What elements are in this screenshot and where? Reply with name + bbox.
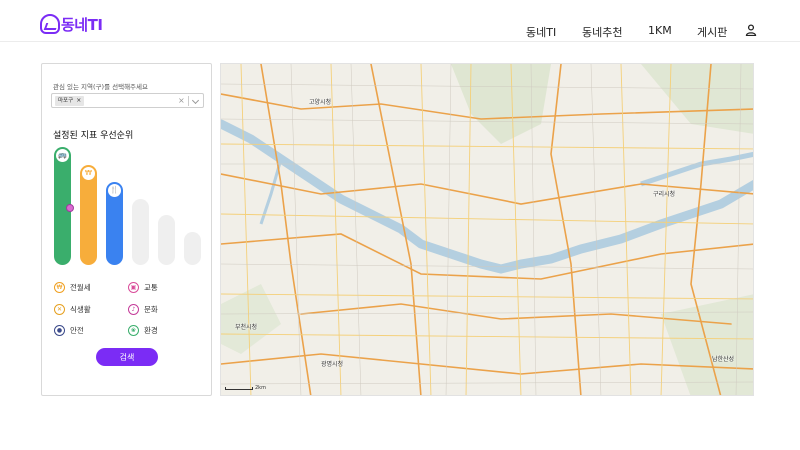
search-button[interactable]: 검색 <box>96 348 158 366</box>
legend-item: ▣ 교통 <box>128 282 158 293</box>
shield-icon: ● <box>54 325 65 336</box>
logo-mark-icon <box>40 14 60 34</box>
priority-bar-1[interactable]: ₩ <box>80 165 97 265</box>
legend-item: ₩ 전월세 <box>54 282 91 293</box>
legend-label: 문화 <box>144 305 158 314</box>
legend-label: 식생활 <box>70 305 91 314</box>
legend-item: ♪ 문화 <box>128 304 158 315</box>
clear-icon[interactable]: × <box>178 96 185 106</box>
filter-panel: 관심 있는 지역(구)를 선택해주세요 마포구 × × 설정된 지표 우선순위 … <box>41 63 212 396</box>
legend-label: 전월세 <box>70 283 91 292</box>
legend-item: ● 안전 <box>54 325 84 336</box>
legend-label: 교통 <box>144 283 158 292</box>
leaf-icon: ❀ <box>128 325 139 336</box>
fork-knife-icon: ✕ <box>54 304 65 315</box>
logo-text: 동네TI <box>61 15 103 34</box>
map-label: 구리시청 <box>653 191 676 198</box>
bus-icon: 🚌 <box>56 149 69 162</box>
map-scale: 2km <box>225 385 266 391</box>
nav-item-recommend[interactable]: 동네추천 <box>582 24 622 40</box>
select-divider <box>188 96 189 106</box>
selected-region-text: 마포구 <box>58 98 74 104</box>
nav-item-board[interactable]: 게시판 <box>697 24 727 40</box>
coin-icon: ₩ <box>54 282 65 293</box>
map-scale-text: 2km <box>255 385 266 391</box>
coin-icon: ₩ <box>82 167 95 180</box>
nav-item-dongneti[interactable]: 동네TI <box>526 24 556 40</box>
logo[interactable]: 동네TI <box>40 12 103 36</box>
nav-item-1km[interactable]: 1KM <box>648 24 672 37</box>
map-canvas <box>221 64 753 395</box>
map-label: 광명시청 <box>321 361 344 368</box>
priority-bar-empty[interactable] <box>184 232 201 265</box>
priority-bar-2[interactable]: 🍴 <box>106 182 123 265</box>
selected-region-chip: 마포구 × <box>55 96 85 106</box>
fork-knife-icon: 🍴 <box>108 184 121 197</box>
map-label: 부천시청 <box>235 324 258 331</box>
legend-item: ❀ 환경 <box>128 325 158 336</box>
drag-cursor-icon <box>66 204 74 212</box>
legend-label: 환경 <box>144 326 158 335</box>
priority-bar-empty[interactable] <box>158 215 175 265</box>
chevron-down-icon[interactable] <box>191 96 200 105</box>
top-header: 동네TI 동네TI 동네추천 1KM 게시판 <box>0 0 800 42</box>
map-scale-bar <box>225 386 253 390</box>
chip-remove-icon[interactable]: × <box>76 96 81 106</box>
map-label: 남한산성 <box>712 356 735 363</box>
legend-label: 안전 <box>70 326 84 335</box>
legend-item: ✕ 식생활 <box>54 304 91 315</box>
priority-bar-empty[interactable] <box>132 199 149 265</box>
music-icon: ♪ <box>128 304 139 315</box>
map-label: 고양시청 <box>309 99 332 106</box>
user-icon[interactable] <box>745 24 757 36</box>
map-view[interactable]: 고양시청 구리시청 부천시청 광명시청 남한산성 2km <box>220 63 754 396</box>
region-select-label: 관심 있는 지역(구)를 선택해주세요 <box>53 83 148 91</box>
region-select[interactable]: 마포구 × × <box>51 93 204 108</box>
priority-title: 설정된 지표 우선순위 <box>53 131 134 141</box>
bus-icon: ▣ <box>128 282 139 293</box>
